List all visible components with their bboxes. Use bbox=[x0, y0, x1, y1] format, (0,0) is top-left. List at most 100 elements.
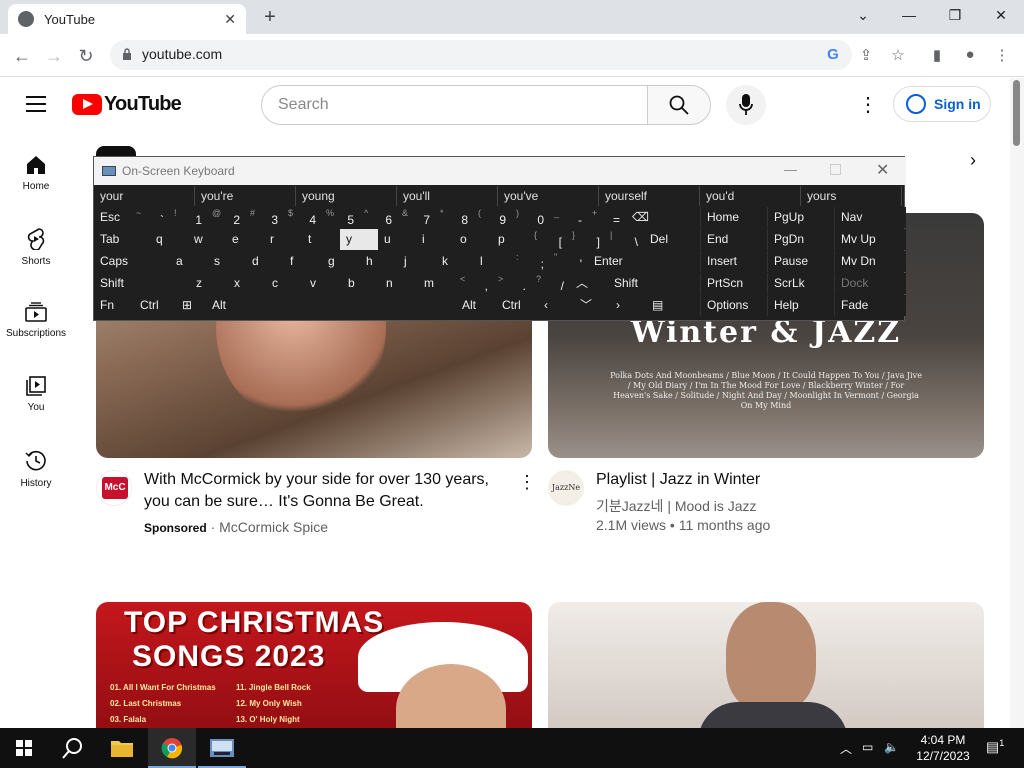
voice-search-button[interactable] bbox=[726, 85, 766, 125]
osk-key[interactable]: ! 1 bbox=[170, 207, 208, 228]
prediction-word[interactable]: you'd bbox=[700, 186, 801, 206]
osk-key[interactable]: Fn bbox=[94, 295, 134, 316]
osk-key[interactable]: x bbox=[228, 273, 266, 294]
osk-key[interactable]: k bbox=[436, 251, 474, 272]
search-button[interactable] bbox=[647, 85, 711, 125]
osk-nav-key[interactable]: Mv Dn bbox=[834, 251, 906, 272]
osk-key[interactable]: j bbox=[398, 251, 436, 272]
url-text[interactable]: youtube.com bbox=[142, 46, 222, 62]
video-title[interactable]: Playlist | Jazz in Winter bbox=[596, 469, 958, 491]
taskbar-clock[interactable]: 4:04 PM 12/7/2023 bbox=[906, 732, 980, 764]
osk-key[interactable]: v bbox=[304, 273, 342, 294]
osk-key[interactable]: ‹ bbox=[538, 295, 574, 316]
osk-key[interactable]: <, bbox=[456, 273, 494, 294]
prediction-word[interactable]: young bbox=[296, 186, 397, 206]
osk-key[interactable]: Del bbox=[644, 229, 698, 250]
osk-nav-key[interactable]: Fade bbox=[834, 295, 906, 316]
taskbar-osk[interactable] bbox=[198, 728, 246, 768]
osk-key[interactable]: s bbox=[208, 251, 246, 272]
prediction-word[interactable]: you've bbox=[498, 186, 599, 206]
video-menu-icon[interactable]: ⋮ bbox=[518, 472, 536, 493]
osk-key[interactable]: p bbox=[492, 229, 530, 250]
osk-key[interactable]: l bbox=[474, 251, 512, 272]
youtube-logo-text[interactable]: YouTube bbox=[104, 93, 182, 116]
chrome-menu-icon[interactable]: ⋮ bbox=[992, 46, 1012, 64]
prediction-word[interactable]: yours bbox=[801, 186, 902, 206]
osk-key[interactable]: c bbox=[266, 273, 304, 294]
start-button[interactable] bbox=[0, 728, 48, 768]
osk-key[interactable]: n bbox=[380, 273, 418, 294]
osk-key[interactable]: a bbox=[170, 251, 208, 272]
osk-key[interactable]: Alt bbox=[456, 295, 496, 316]
osk-key[interactable]: Tab bbox=[94, 229, 150, 250]
channel-name[interactable]: 기분Jazz네 | Mood is Jazz bbox=[596, 496, 757, 516]
side-panel-icon[interactable]: ▮ bbox=[927, 46, 947, 64]
osk-nav-key[interactable]: Dock bbox=[834, 273, 906, 294]
sidebar-item-shorts[interactable]: Shorts bbox=[0, 228, 72, 267]
video-title[interactable]: With McCormick by your side for over 130… bbox=[144, 469, 506, 513]
osk-key[interactable]: * 8 bbox=[436, 207, 474, 228]
taskbar-chrome[interactable] bbox=[148, 728, 196, 768]
osk-titlebar[interactable]: On-Screen Keyboard — ✕ bbox=[94, 157, 906, 185]
forward-button[interactable]: → bbox=[42, 44, 66, 68]
prediction-word[interactable]: you're bbox=[195, 186, 296, 206]
browser-tab[interactable]: YouTube ✕ bbox=[8, 4, 246, 34]
youtube-logo-icon[interactable] bbox=[72, 94, 102, 115]
video-thumbnail[interactable]: TOP CHRISTMAS SONGS 2023 01. All I Want … bbox=[96, 602, 532, 742]
osk-key[interactable]: ﹀ bbox=[574, 295, 610, 316]
sidebar-item-subscriptions[interactable]: Subscriptions bbox=[0, 302, 72, 339]
osk-key[interactable]: f bbox=[284, 251, 322, 272]
osk-key[interactable]: Caps bbox=[94, 251, 170, 272]
lock-icon[interactable] bbox=[122, 48, 132, 60]
osk-key[interactable]: d bbox=[246, 251, 284, 272]
chevron-right-icon[interactable]: › bbox=[970, 150, 976, 171]
osk-key[interactable]: Esc bbox=[94, 207, 132, 228]
back-button[interactable]: ← bbox=[10, 44, 34, 68]
tray-chevron-icon[interactable]: ︿ bbox=[840, 740, 852, 757]
osk-key[interactable]: #3 bbox=[246, 207, 284, 228]
taskbar-file-explorer[interactable] bbox=[98, 728, 146, 768]
osk-key[interactable]: $4 bbox=[284, 207, 322, 228]
google-icon[interactable]: G bbox=[823, 46, 843, 64]
osk-key[interactable]: Ctrl bbox=[134, 295, 176, 316]
volume-muted-icon[interactable]: 🔈 bbox=[884, 740, 899, 754]
scrollbar-thumb[interactable] bbox=[1013, 80, 1020, 146]
osk-nav-key[interactable]: End bbox=[700, 229, 767, 250]
osk-key[interactable]: ^ 6 bbox=[360, 207, 398, 228]
osk-key[interactable]: y bbox=[340, 229, 378, 250]
osk-key[interactable]: ~ ` bbox=[132, 207, 170, 228]
osk-nav-key[interactable]: Nav bbox=[834, 207, 906, 228]
osk-key[interactable]: (9 bbox=[474, 207, 512, 228]
sign-in-button[interactable]: Sign in bbox=[893, 86, 991, 122]
osk-nav-key[interactable]: PgDn bbox=[767, 229, 834, 250]
osk-key[interactable]: u bbox=[378, 229, 416, 250]
hamburger-menu-icon[interactable] bbox=[26, 96, 46, 112]
search-input[interactable]: Search bbox=[261, 85, 649, 125]
sidebar-item-home[interactable]: Home bbox=[0, 155, 72, 192]
osk-key[interactable]: Ctrl bbox=[496, 295, 538, 316]
new-tab-button[interactable]: + bbox=[258, 5, 282, 29]
sidebar-item-history[interactable]: History bbox=[0, 450, 72, 489]
network-icon[interactable]: ▭ bbox=[862, 740, 873, 754]
osk-key[interactable]: q bbox=[150, 229, 188, 250]
channel-avatar[interactable]: McC bbox=[96, 470, 132, 506]
osk-nav-key[interactable]: Insert bbox=[700, 251, 767, 272]
sidebar-item-you[interactable]: You bbox=[0, 376, 72, 413]
bookmark-star-icon[interactable]: ☆ bbox=[888, 46, 908, 64]
osk-key[interactable]: :; bbox=[512, 251, 550, 272]
video-thumbnail[interactable] bbox=[548, 602, 984, 742]
settings-kebab-icon[interactable]: ⋮ bbox=[858, 94, 878, 116]
reload-button[interactable]: ↻ bbox=[74, 44, 98, 68]
osk-key[interactable]: >. bbox=[494, 273, 532, 294]
osk-key[interactable]: i bbox=[416, 229, 454, 250]
channel-name[interactable]: McCormick Spice bbox=[219, 519, 328, 535]
osk-key[interactable]: g bbox=[322, 251, 360, 272]
osk-key[interactable]: ⌫ bbox=[626, 207, 698, 228]
osk-key[interactable]: _ - bbox=[550, 207, 588, 228]
osk-key[interactable]: z bbox=[190, 273, 228, 294]
taskbar-search-button[interactable] bbox=[48, 728, 96, 768]
prediction-word[interactable]: yourself bbox=[599, 186, 700, 206]
osk-key[interactable]: › bbox=[610, 295, 646, 316]
osk-key[interactable]: t bbox=[302, 229, 340, 250]
osk-nav-key[interactable]: Mv Up bbox=[834, 229, 906, 250]
